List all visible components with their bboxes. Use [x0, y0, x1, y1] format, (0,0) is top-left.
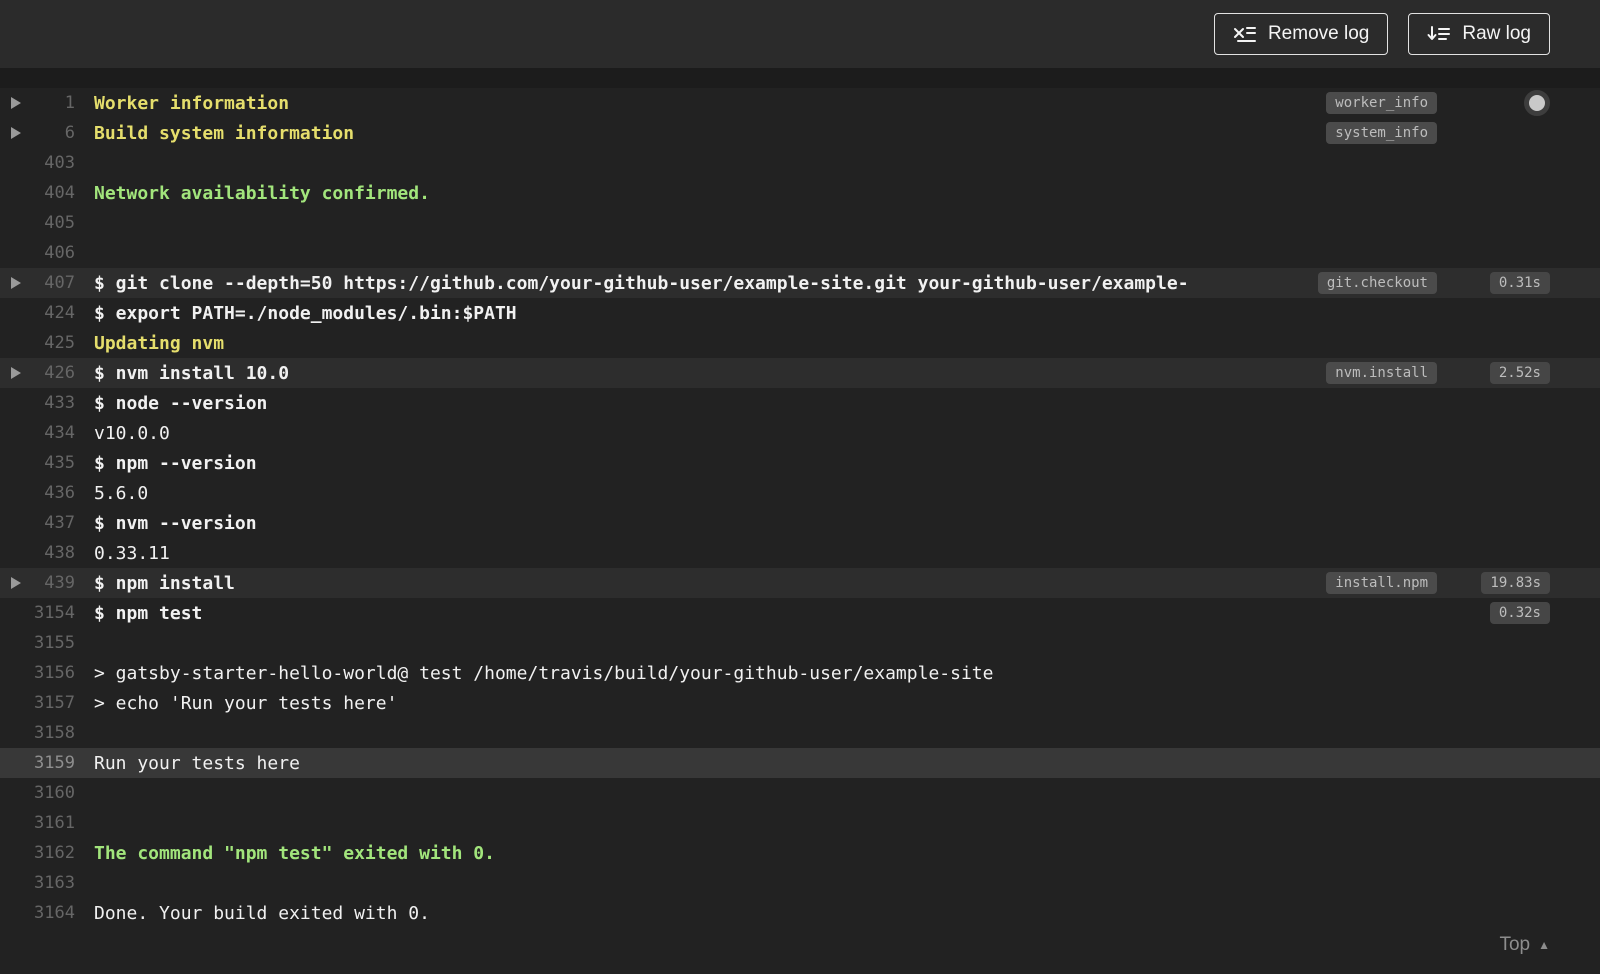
fold-toggle-icon[interactable]	[11, 277, 21, 289]
log-line: 436 5.6.0	[0, 478, 1600, 508]
line-number[interactable]: 406	[0, 243, 75, 263]
build-log: 1 Worker information worker_info 6 Build…	[0, 88, 1600, 974]
raw-log-label: Raw log	[1462, 23, 1531, 44]
log-line: 433 $ node --version	[0, 388, 1600, 418]
log-line: 3158	[0, 718, 1600, 748]
line-text: $ npm install	[94, 572, 235, 594]
component-badge: nvm.install	[1326, 362, 1437, 384]
line-number[interactable]: 3155	[0, 633, 75, 653]
line-text: > echo 'Run your tests here'	[94, 692, 398, 714]
log-line: 3163	[0, 868, 1600, 898]
component-badge: install.npm	[1326, 572, 1437, 594]
duration-badge: 0.31s	[1489, 272, 1550, 294]
line-text: Build system information	[94, 122, 355, 144]
remove-log-label: Remove log	[1267, 23, 1370, 44]
log-line: 425 Updating nvm	[0, 328, 1600, 358]
line-text: $ nvm --version	[94, 512, 257, 534]
line-number[interactable]: 3158	[0, 723, 75, 743]
component-badge: system_info	[1326, 122, 1437, 144]
line-text: > gatsby-starter-hello-world@ test /home…	[94, 662, 994, 684]
log-line: 403	[0, 148, 1600, 178]
log-line: 3155	[0, 628, 1600, 658]
log-toolbar: Remove log Raw log	[0, 0, 1600, 68]
line-number[interactable]: 3162	[0, 843, 75, 863]
log-line: 404 Network availability confirmed.	[0, 178, 1600, 208]
log-line: 3156 > gatsby-starter-hello-world@ test …	[0, 658, 1600, 688]
log-line: 3157 > echo 'Run your tests here'	[0, 688, 1600, 718]
line-number[interactable]: 3156	[0, 663, 75, 683]
line-text: $ npm test	[94, 602, 203, 624]
line-number[interactable]: 404	[0, 183, 75, 203]
line-number[interactable]: 405	[0, 213, 75, 233]
log-line: 6 Build system information system_info	[0, 118, 1600, 148]
line-text: Worker information	[94, 92, 290, 114]
log-line: 434 v10.0.0	[0, 418, 1600, 448]
line-number[interactable]: 3157	[0, 693, 75, 713]
log-line: 3159 Run your tests here	[0, 748, 1600, 778]
log-line: 3161	[0, 808, 1600, 838]
line-number[interactable]: 434	[0, 423, 75, 443]
log-line: 3154 $ npm test 0.32s	[0, 598, 1600, 628]
log-indicator-circle[interactable]	[1524, 90, 1550, 116]
scroll-top-link[interactable]: Top ▲	[1499, 934, 1550, 956]
line-text: The command "npm test" exited with 0.	[94, 842, 495, 864]
line-text: Done. Your build exited with 0.	[94, 902, 430, 924]
component-badge: worker_info	[1326, 92, 1437, 114]
line-number[interactable]: 3161	[0, 813, 75, 833]
line-number[interactable]: 438	[0, 543, 75, 563]
line-text: $ node --version	[94, 392, 268, 414]
fold-toggle-icon[interactable]	[11, 367, 21, 379]
log-line: 439 $ npm install install.npm 19.83s	[0, 568, 1600, 598]
log-line: 438 0.33.11	[0, 538, 1600, 568]
line-text: $ nvm install 10.0	[94, 362, 290, 384]
line-text: $ git clone --depth=50 https://github.co…	[94, 272, 1189, 294]
line-number[interactable]: 3159	[0, 753, 75, 773]
line-number[interactable]: 437	[0, 513, 75, 533]
fold-toggle-icon[interactable]	[11, 577, 21, 589]
line-number[interactable]: 435	[0, 453, 75, 473]
line-number[interactable]: 3154	[0, 603, 75, 623]
log-line: 3160	[0, 778, 1600, 808]
line-number[interactable]: 403	[0, 153, 75, 173]
line-number[interactable]: 3164	[0, 903, 75, 923]
line-number[interactable]: 436	[0, 483, 75, 503]
fold-toggle-icon[interactable]	[11, 97, 21, 109]
line-text: 5.6.0	[94, 482, 149, 504]
remove-log-icon	[1233, 25, 1256, 44]
log-line: 407 $ git clone --depth=50 https://githu…	[0, 268, 1600, 298]
log-line: 437 $ nvm --version	[0, 508, 1600, 538]
component-badge: git.checkout	[1317, 272, 1437, 294]
remove-log-button[interactable]: Remove log	[1213, 13, 1389, 55]
log-line: 3162 The command "npm test" exited with …	[0, 838, 1600, 868]
scroll-top-label: Top	[1499, 934, 1531, 955]
line-number[interactable]: 425	[0, 333, 75, 353]
line-number[interactable]: 3160	[0, 783, 75, 803]
line-text: 0.33.11	[94, 542, 170, 564]
log-line: 435 $ npm --version	[0, 448, 1600, 478]
line-text: Network availability confirmed.	[94, 182, 430, 204]
log-line: 3164 Done. Your build exited with 0.	[0, 898, 1600, 928]
log-line: 424 $ export PATH=./node_modules/.bin:$P…	[0, 298, 1600, 328]
raw-log-icon	[1427, 25, 1451, 44]
log-lines: 1 Worker information worker_info 6 Build…	[0, 88, 1600, 928]
chevron-up-icon: ▲	[1538, 938, 1550, 952]
duration-badge: 2.52s	[1489, 362, 1550, 384]
line-number[interactable]: 424	[0, 303, 75, 323]
raw-log-button[interactable]: Raw log	[1408, 13, 1550, 55]
line-text: $ export PATH=./node_modules/.bin:$PATH	[94, 302, 517, 324]
line-text: Run your tests here	[94, 752, 300, 774]
log-line: 1 Worker information worker_info	[0, 88, 1600, 118]
log-line: 426 $ nvm install 10.0 nvm.install 2.52s	[0, 358, 1600, 388]
line-text: $ npm --version	[94, 452, 257, 474]
fold-toggle-icon[interactable]	[11, 127, 21, 139]
duration-badge: 0.32s	[1489, 602, 1550, 624]
line-text: v10.0.0	[94, 422, 170, 444]
log-line: 405	[0, 208, 1600, 238]
duration-badge: 19.83s	[1481, 572, 1550, 594]
line-text: Updating nvm	[94, 332, 225, 354]
line-number[interactable]: 3163	[0, 873, 75, 893]
log-line: 406	[0, 238, 1600, 268]
line-number[interactable]: 433	[0, 393, 75, 413]
